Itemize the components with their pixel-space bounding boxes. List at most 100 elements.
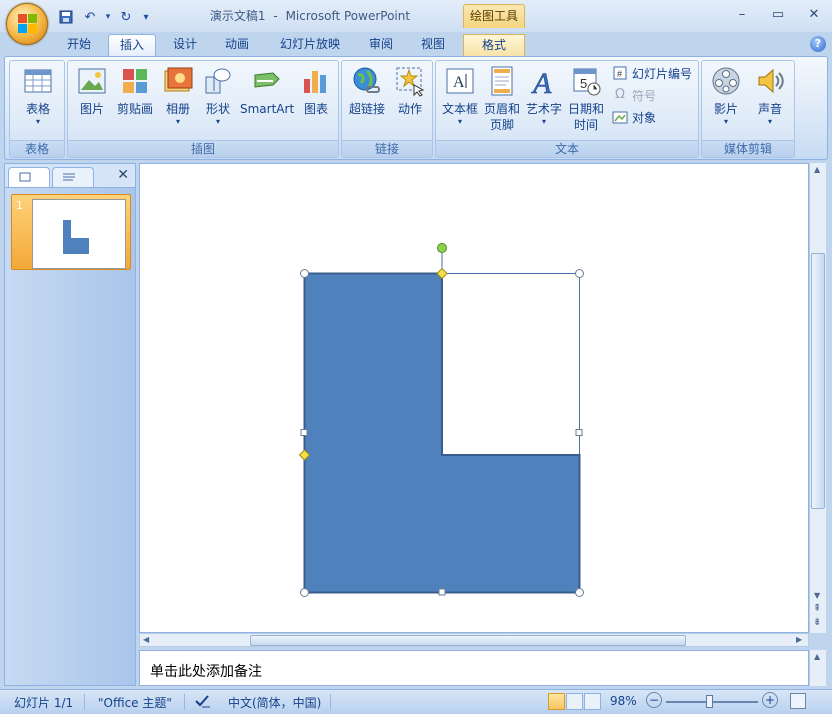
notes-scrollbar[interactable]: ▲ <box>809 650 826 686</box>
resize-handle-right[interactable] <box>575 429 583 436</box>
picture-button[interactable]: 图片 <box>74 65 110 117</box>
normal-view-icon[interactable] <box>548 693 565 710</box>
fit-to-window-icon[interactable] <box>790 693 806 709</box>
slide-canvas[interactable] <box>139 163 809 633</box>
chevron-down-icon: ▾ <box>767 117 772 126</box>
language-indicator[interactable]: 中文(简体，中国) <box>228 694 321 711</box>
action-button[interactable]: 动作 <box>392 65 428 117</box>
tab-design[interactable]: 设计 <box>162 34 208 56</box>
help-icon[interactable]: ? <box>810 36 826 52</box>
movie-label: 影片 <box>713 102 738 116</box>
slides-tab[interactable] <box>8 167 50 187</box>
thumbnail-l-shape <box>63 220 89 254</box>
tab-home[interactable]: 开始 <box>56 34 102 56</box>
undo-dropdown-icon[interactable]: ▾ <box>104 8 112 26</box>
group-label-table: 表格 <box>10 140 64 157</box>
zoom-out-button[interactable]: − <box>646 692 662 708</box>
minimize-button[interactable]: – <box>732 6 752 24</box>
maximize-button[interactable]: ▭ <box>768 6 788 24</box>
resize-handle-left[interactable] <box>300 429 308 436</box>
scroll-up-icon[interactable]: ▲ <box>814 652 820 661</box>
textbox-icon: A <box>444 65 476 97</box>
group-label-links: 链接 <box>342 140 432 157</box>
resize-handle-bottom-right[interactable] <box>575 588 584 597</box>
close-icon[interactable]: ✕ <box>117 167 129 183</box>
resize-handle-bottom[interactable] <box>438 588 446 596</box>
resize-handle-top-left[interactable] <box>300 269 309 278</box>
l-shape[interactable] <box>303 272 581 594</box>
clipart-label: 剪贴画 <box>116 102 153 116</box>
chart-button[interactable]: 图表 <box>298 65 334 117</box>
symbol-label: 符号 <box>632 88 657 103</box>
calendar-icon: 5 <box>570 65 602 97</box>
scroll-up-icon[interactable]: ▲ <box>814 165 820 174</box>
slide-number-button[interactable]: # 幻灯片编号 <box>612 63 692 83</box>
next-slide-icon[interactable]: ⇟ <box>813 617 821 628</box>
previous-slide-icon[interactable]: ⇞ <box>813 603 821 614</box>
shapes-button[interactable]: 形状 ▾ <box>200 65 236 127</box>
movie-button[interactable]: 影片 ▾ <box>706 65 746 127</box>
slide-sorter-view-icon[interactable] <box>566 693 583 710</box>
slide-drawing <box>298 243 584 597</box>
notes-pane[interactable]: 单击此处添加备注 <box>139 650 809 686</box>
vertical-scrollbar[interactable]: ▲ ▼ ⇞ ⇟ <box>809 163 826 633</box>
picture-label: 图片 <box>79 102 104 116</box>
status-divider <box>84 694 85 710</box>
slideshow-view-icon[interactable] <box>584 693 601 710</box>
outline-tab[interactable] <box>52 167 94 187</box>
object-button[interactable]: 对象 <box>612 107 656 127</box>
theme-name[interactable]: "Office 主题" <box>98 694 172 711</box>
sound-button[interactable]: 声音 ▾ <box>750 65 790 127</box>
tab-view[interactable]: 视图 <box>410 34 456 56</box>
office-button[interactable] <box>6 3 48 45</box>
rotation-handle[interactable] <box>437 243 447 253</box>
tab-insert[interactable]: 插入 <box>108 34 156 56</box>
app-name: Microsoft PowerPoint <box>285 9 411 23</box>
symbol-button[interactable]: Ω 符号 <box>612 85 656 105</box>
chevron-down-icon: ▾ <box>175 117 180 126</box>
scroll-down-icon[interactable]: ▼ <box>814 591 820 600</box>
tab-review[interactable]: 审阅 <box>358 34 404 56</box>
vertical-scroll-thumb[interactable] <box>811 253 825 509</box>
globe-link-icon <box>351 65 383 97</box>
tab-format[interactable]: 格式 <box>463 34 525 56</box>
spell-check-icon[interactable] <box>194 693 212 712</box>
office-logo-icon <box>18 14 38 34</box>
action-label: 动作 <box>397 102 422 116</box>
scroll-left-icon[interactable]: ◀ <box>143 635 149 644</box>
photo-album-button[interactable]: 相册 ▾ <box>160 65 196 127</box>
date-time-label-2: 时间 <box>573 118 598 132</box>
redo-icon[interactable]: ↻ <box>116 8 136 26</box>
table-label: 表格 <box>25 102 50 116</box>
textbox-button[interactable]: A 文本框 ▾ <box>440 65 480 127</box>
scroll-right-icon[interactable]: ▶ <box>796 635 802 644</box>
date-time-button[interactable]: 5 日期和 时间 <box>566 65 606 133</box>
zoom-slider-thumb[interactable] <box>706 695 713 708</box>
zoom-in-button[interactable]: + <box>762 692 778 708</box>
slide-thumbnail-selected[interactable]: 1 <box>11 194 131 270</box>
save-icon[interactable] <box>56 8 76 26</box>
customize-qat-icon[interactable]: ▾ <box>140 8 152 26</box>
tab-animations[interactable]: 动画 <box>214 34 260 56</box>
clipart-button[interactable]: 剪贴画 <box>114 65 156 117</box>
wordart-button[interactable]: A 艺术字 ▾ <box>524 65 564 127</box>
action-icon <box>394 65 426 97</box>
horizontal-scroll-thumb[interactable] <box>250 635 686 646</box>
resize-handle-top-right[interactable] <box>575 269 584 278</box>
close-button[interactable]: ✕ <box>804 6 824 24</box>
group-table: 表格 ▾ 表格 <box>9 60 65 158</box>
table-button[interactable]: 表格 ▾ <box>16 65 60 127</box>
resize-handle-bottom-left[interactable] <box>300 588 309 597</box>
undo-icon[interactable]: ↶ <box>80 8 100 26</box>
slide-number-label: 幻灯片编号 <box>632 66 693 81</box>
zoom-level[interactable]: 98% <box>610 694 637 708</box>
svg-text:A: A <box>531 67 552 97</box>
horizontal-scrollbar[interactable]: ◀ ▶ <box>139 633 809 647</box>
header-footer-button[interactable]: 页眉和 页脚 <box>482 65 522 133</box>
tab-slideshow[interactable]: 幻灯片放映 <box>268 34 352 56</box>
notes-placeholder[interactable]: 单击此处添加备注 <box>150 661 262 681</box>
hyperlink-button[interactable]: 超链接 <box>346 65 388 117</box>
shapes-icon <box>202 65 234 97</box>
slide-thumbnail[interactable] <box>32 199 126 269</box>
smartart-button[interactable]: SmartArt <box>240 65 294 117</box>
